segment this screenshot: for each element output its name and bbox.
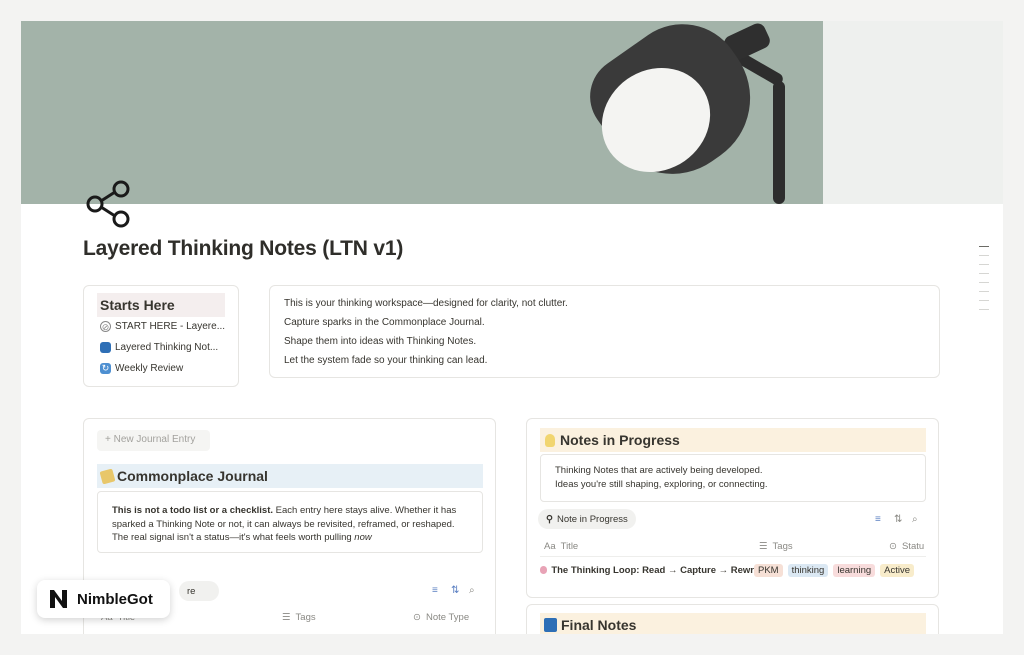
starts-here-heading: Starts Here [97,293,225,317]
list-icon: ☰ [759,541,768,552]
plus-icon: + [105,434,114,445]
notes-in-progress-title: Notes in Progress [560,432,680,448]
journal-view-tab[interactable]: re [179,581,219,601]
table-row[interactable]: The Thinking Loop: Read → Capture → Rewr… [540,560,926,580]
book-icon [100,342,111,353]
welcome-callout: This is your thinking workspace—designed… [269,285,940,378]
cover-image [21,21,1003,204]
filter-icon[interactable]: ≡ [432,585,438,596]
journal-description: This is not a todo list or a checklist. … [97,491,483,553]
sort-icon[interactable]: ⇅ [451,585,459,596]
column-tags-label: Tags [772,541,793,552]
tag-learning: learning [833,563,876,577]
journal-view-label: re [187,585,196,597]
progress-desc-line: Ideas you're still shaping, exploring, o… [555,479,768,490]
toc-line[interactable] [979,246,989,247]
journal-desc-line3: The real signal isn't a status—it's what… [112,532,355,543]
notes-in-progress-heading: Notes in Progress [540,428,926,452]
notion-page: Layered Thinking Notes (LTN v1) Starts H… [21,21,1003,634]
tag-pkm: PKM [754,563,783,577]
toc-line[interactable] [979,309,989,310]
ltn-guide-label: Layered Thinking Not... [115,342,219,353]
ltn-guide-link[interactable]: Layered Thinking Not... [100,342,218,353]
notes-in-progress-description: Thinking Notes that are actively being d… [540,454,926,502]
pin-icon: ⚲ [546,513,553,525]
search-icon[interactable]: ⌕ [912,514,918,525]
row-title[interactable]: The Thinking Loop: Read → Capture → Rewr [540,565,754,576]
view-label: Note in Progress [556,513,628,525]
toc-line[interactable] [979,273,989,274]
badge-name: NimbleGot [77,590,153,608]
column-title[interactable]: Aa Title [544,541,578,552]
row-title-text: The Thinking Loop: Read → Capture → Rewr [551,564,754,576]
progress-desc-line: Thinking Notes that are actively being d… [555,465,763,476]
cycle-icon: ↻ [100,363,111,374]
notes-in-progress-card: Notes in Progress Thinking Notes that ar… [526,418,939,598]
welcome-line: Shape them into ideas with Thinking Note… [284,336,477,347]
select-icon: ⊙ [413,612,421,623]
toc-line[interactable] [979,282,989,283]
memo-icon [99,468,116,484]
new-journal-entry-button[interactable]: + New Journal Entry [97,430,210,451]
search-icon[interactable]: ⌕ [469,585,475,596]
start-here-label: START HERE - Layere... [115,321,226,332]
weekly-review-link[interactable]: ↻ Weekly Review [100,363,183,374]
journal-heading: Commonplace Journal [97,464,483,488]
journal-desc-italic: now [354,532,372,543]
page-title: Layered Thinking Notes (LTN v1) [83,237,404,260]
cover-wall [823,21,1003,204]
column-status[interactable]: ⊙ Statu [889,541,926,552]
final-notes-heading: Final Notes [540,613,926,634]
toc-line[interactable] [979,300,989,301]
sort-icon[interactable]: ⇅ [894,514,902,525]
toc-line[interactable] [979,255,989,256]
blue-book-icon [544,618,557,632]
share-nodes-icon[interactable] [83,177,135,229]
welcome-line: Capture sparks in the Commonplace Journa… [284,317,485,328]
brain-icon [540,566,548,574]
column-tags[interactable]: ☰ Tags [759,541,793,552]
toc-line[interactable] [979,291,989,292]
lamp-pole [773,81,785,204]
column-tags[interactable]: ☰ Tags [282,612,316,623]
final-notes-title: Final Notes [561,617,637,633]
compass-icon: ⊘ [100,321,111,332]
tag-thinking: thinking [787,563,829,577]
column-tags-label: Tags [295,612,316,623]
final-notes-card: Final Notes [526,604,939,634]
column-status-label: Statu [901,541,925,552]
list-icon: ☰ [282,612,291,623]
table-of-contents[interactable] [979,246,989,318]
status-badge: Active [880,563,915,577]
status-icon: ⊙ [889,541,897,552]
new-entry-label: New Journal Entry [113,434,196,445]
column-title-label: Title [560,541,579,552]
nimblegot-logo [50,590,67,608]
starts-here-card: Starts Here ⊘ START HERE - Layere... Lay… [83,285,239,387]
journal-desc-bold: This is not a todo list or a checklist. [112,505,274,516]
start-here-link[interactable]: ⊘ START HERE - Layere... [100,321,225,332]
filter-icon[interactable]: ≡ [875,514,881,525]
note-in-progress-view-tab[interactable]: ⚲ Note in Progress [538,509,636,529]
toc-line[interactable] [979,264,989,265]
text-icon: Aa [544,541,556,552]
welcome-line: This is your thinking workspace—designed… [284,298,568,309]
nimblegot-badge[interactable]: NimbleGot [37,580,170,618]
journal-heading-text: Commonplace Journal [117,468,268,484]
table-divider [540,556,926,557]
welcome-line: Let the system fade so your thinking can… [284,355,488,366]
lightbulb-icon [545,433,555,447]
column-note-type-label: Note Type [425,612,470,623]
column-note-type[interactable]: ⊙ Note Type [413,612,469,623]
weekly-review-label: Weekly Review [115,363,184,374]
